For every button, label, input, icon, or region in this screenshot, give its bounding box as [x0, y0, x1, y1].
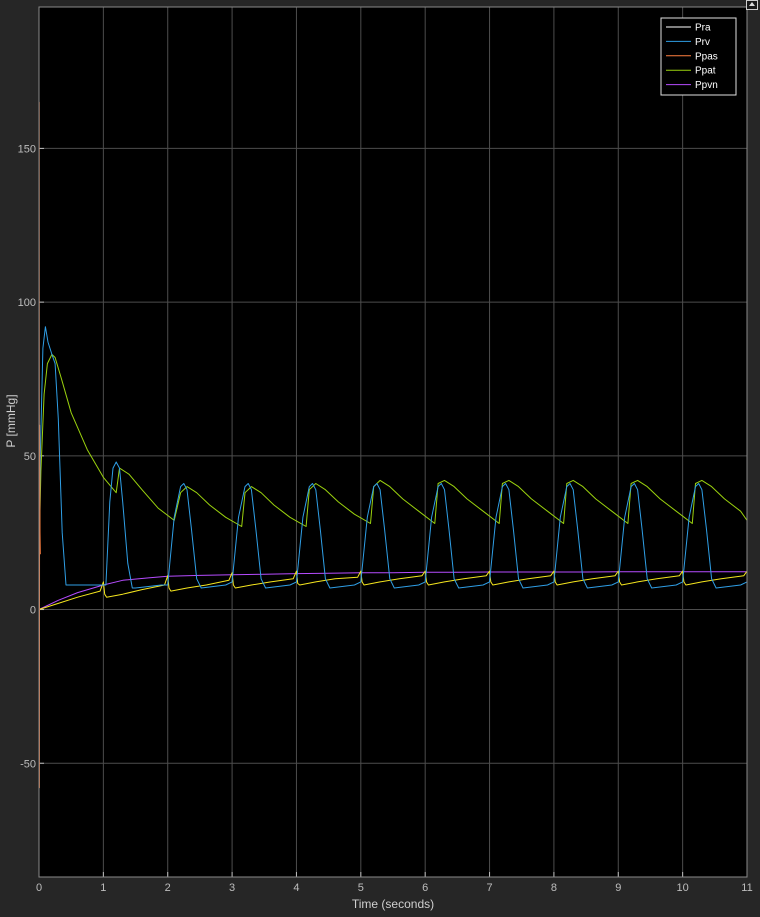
x-tick-label: 6: [422, 882, 428, 894]
x-tick-label: 3: [229, 882, 235, 894]
plot-figure: 0 1 2 3 4 5 6 7 8 9 10 11 -50 0 50 100 150 Time (seconds…: [4, 6, 753, 911]
legend-label: Ppat: [695, 66, 716, 77]
legend-label: Pra: [695, 23, 711, 34]
expand-icon[interactable]: [746, 0, 758, 10]
x-tick-label: 8: [551, 882, 557, 894]
legend-label: Ppas: [695, 51, 718, 62]
x-tick-label: 9: [615, 882, 621, 894]
x-tick-label: 11: [741, 882, 752, 894]
x-tick-label: 7: [486, 882, 492, 894]
y-tick-label: -50: [20, 758, 36, 770]
x-tick-label: 4: [293, 882, 299, 894]
y-tick-label: 150: [18, 143, 36, 155]
y-tick-label: 100: [18, 297, 36, 309]
y-axis-label: P [mmHg]: [4, 394, 18, 447]
x-tick-label: 2: [165, 882, 171, 894]
y-tick-label: 0: [30, 605, 36, 617]
plot-axes-area: [39, 7, 747, 877]
legend[interactable]: Pra Prv Ppas Ppat Ppvn: [660, 17, 737, 96]
y-tick-label: 50: [24, 451, 36, 463]
legend-label: Prv: [695, 37, 710, 48]
x-axis-label: Time (seconds): [352, 897, 434, 911]
x-tick-label: 0: [36, 882, 42, 894]
legend-label: Ppvn: [695, 80, 718, 91]
x-tick-label: 1: [100, 882, 106, 894]
x-tick-label: 5: [358, 882, 364, 894]
x-tick-label: 10: [677, 882, 689, 894]
